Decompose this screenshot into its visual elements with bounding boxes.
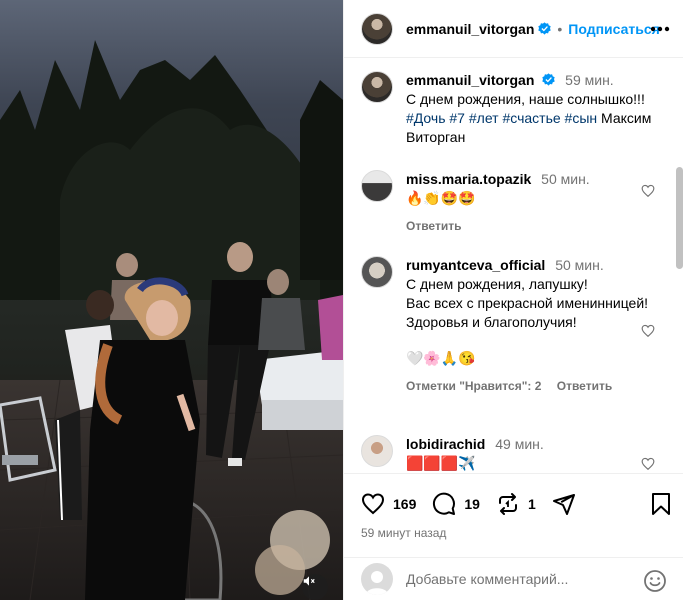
reposts-count[interactable]: 1	[528, 496, 536, 512]
comment-time: 49 мин.	[495, 436, 544, 452]
comments-list[interactable]: emmanuil_vitorgan 59 мин. С днем рождени…	[344, 59, 683, 473]
comments-count[interactable]: 19	[464, 496, 480, 512]
comment-line: С днем рождения, лапушку!	[406, 276, 588, 292]
save-button[interactable]	[650, 492, 672, 519]
author-avatar[interactable]	[361, 12, 393, 45]
more-horizontal-icon	[650, 26, 670, 32]
post-header: emmanuil_vitorgan • Подписаться	[344, 0, 683, 58]
send-plane-icon	[552, 494, 575, 515]
comment-line: Здоровья и благополучия!	[406, 314, 577, 330]
heart-icon[interactable]	[641, 184, 655, 198]
author-avatar[interactable]	[361, 71, 393, 103]
heart-icon[interactable]	[641, 324, 655, 338]
comment-meta: Отметки "Нравится": 2 Ответить	[406, 378, 656, 394]
comment-username[interactable]: lobidirachid	[406, 436, 485, 452]
share-button[interactable]	[552, 492, 576, 516]
comment-item: miss.maria.topazik 50 мин. 🔥👏🤩🤩 Ответить	[361, 170, 661, 234]
comment-line: Вас всех с прекрасной именинницей!	[406, 295, 649, 311]
post-timestamp[interactable]: 59 минут назад	[361, 526, 446, 540]
repost-button[interactable]: 1	[496, 492, 536, 516]
comment-emoji-line: 🤍🌸🙏😘	[406, 350, 476, 366]
comment-bubble-icon	[433, 492, 456, 515]
more-options-button[interactable]	[646, 19, 670, 39]
heart-icon[interactable]	[641, 457, 655, 471]
post-caption: emmanuil_vitorgan 59 мин. С днем рождени…	[361, 71, 661, 147]
post-panel: emmanuil_vitorgan • Подписаться emmanuil…	[343, 0, 683, 600]
bookmark-icon	[652, 493, 670, 515]
speaker-muted-icon	[303, 576, 315, 586]
hashtag-link[interactable]: #7	[449, 110, 465, 126]
add-comment-bar	[344, 557, 683, 600]
reply-button[interactable]: Ответить	[557, 379, 612, 393]
hashtag-link[interactable]: #Дочь	[406, 110, 446, 126]
comment-text: 🔥👏🤩🤩	[406, 190, 476, 206]
commenter-avatar[interactable]	[361, 256, 393, 288]
like-button[interactable]: 169	[361, 492, 416, 516]
caption-time: 59 мин.	[565, 72, 614, 88]
action-bar: 169 19 1 59 минут назад	[344, 473, 683, 540]
caption-text: С днем рождения, наше солнышко!!! #Дочь …	[406, 90, 656, 147]
comment-time: 50 мин.	[541, 171, 590, 187]
video-frame	[0, 0, 343, 600]
current-user-avatar	[361, 563, 393, 595]
comment-item: lobidirachid 49 мин. 🟥🟥🟥✈️	[361, 435, 661, 473]
header-dot-separator: •	[557, 20, 563, 37]
comment-username[interactable]: rumyantceva_official	[406, 257, 545, 273]
comment-username[interactable]: miss.maria.topazik	[406, 171, 531, 187]
comment-item: rumyantceva_official 50 мин. С днем рожд…	[361, 256, 661, 394]
post-video[interactable]	[0, 0, 343, 600]
mute-button[interactable]	[302, 574, 328, 600]
comment-time: 50 мин.	[555, 257, 604, 273]
heart-icon	[361, 493, 385, 515]
comment-meta: Ответить	[406, 218, 656, 234]
verified-badge-icon	[538, 22, 552, 35]
repost-icon	[498, 493, 517, 515]
commenter-avatar[interactable]	[361, 170, 393, 202]
hashtag-link[interactable]: #счастье	[502, 110, 560, 126]
caption-username[interactable]: emmanuil_vitorgan	[406, 72, 534, 88]
comment-input[interactable]	[406, 571, 636, 587]
commenter-avatar[interactable]	[361, 435, 393, 467]
comment-likes-link[interactable]: Отметки "Нравится": 2	[406, 379, 541, 393]
caption-message: С днем рождения, наше солнышко!!!	[406, 91, 645, 107]
reply-button[interactable]: Ответить	[406, 219, 461, 233]
hashtag-link[interactable]: #лет	[469, 110, 499, 126]
verified-badge-icon	[542, 73, 555, 86]
comment-button[interactable]: 19	[432, 492, 480, 516]
comment-text: 🟥🟥🟥✈️	[406, 455, 476, 471]
emoji-picker-button[interactable]	[643, 569, 667, 596]
comments-scrollbar[interactable]	[676, 167, 683, 269]
author-username[interactable]: emmanuil_vitorgan	[406, 21, 534, 37]
emoji-smile-icon	[644, 570, 666, 592]
default-avatar-icon	[366, 571, 388, 595]
likes-count[interactable]: 169	[393, 496, 416, 512]
hashtag-link[interactable]: #сын	[565, 110, 598, 126]
